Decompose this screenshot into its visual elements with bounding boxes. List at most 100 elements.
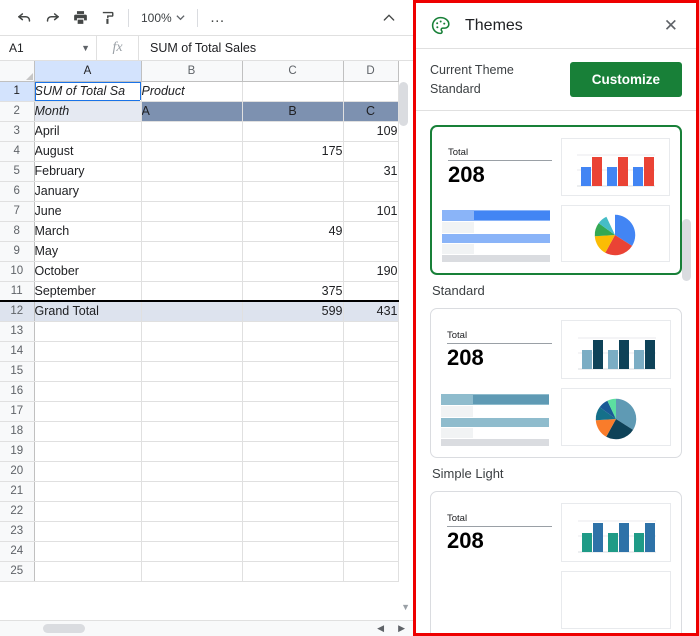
column-header-a[interactable]: A [34,61,142,82]
cell-empty[interactable] [34,541,142,562]
cell-value-b[interactable] [242,121,344,142]
cell-empty[interactable] [242,561,344,582]
row-header-9[interactable]: 9 [0,241,35,262]
cell-empty[interactable] [242,541,344,562]
cell-value-c[interactable]: 190 [343,261,399,282]
vertical-scrollbar[interactable] [399,82,408,620]
panel-vertical-scrollbar-thumb[interactable] [682,219,691,281]
cell-empty[interactable] [242,521,344,542]
scroll-right-arrow[interactable]: ▶ [398,623,405,634]
redo-icon[interactable] [38,5,66,31]
cell-c1[interactable] [242,81,344,102]
column-header-c[interactable]: C [242,61,344,82]
cell-value-b[interactable] [242,161,344,182]
panel-vertical-scrollbar[interactable] [682,219,691,469]
row-header-11[interactable]: 11 [0,281,35,302]
scroll-left-arrow[interactable]: ◀ [377,623,384,634]
cell-empty[interactable] [141,341,243,362]
name-box[interactable]: A1 ▼ [0,36,97,60]
cell-empty[interactable] [242,501,344,522]
cell-value-b[interactable]: 375 [242,281,344,302]
cell-value-b[interactable]: 175 [242,141,344,162]
paint-format-icon[interactable] [94,5,122,31]
cell-empty[interactable] [343,421,399,442]
cell-value-b[interactable] [242,261,344,282]
cell-value-b[interactable] [242,241,344,262]
cell-empty[interactable] [141,501,243,522]
selection-handle[interactable] [139,99,140,100]
row-header-25[interactable]: 25 [0,561,35,582]
themes-list[interactable]: Total 208 Standard Total 208 Simple Light Tota… [416,111,696,633]
cell-empty[interactable] [343,501,399,522]
cell-empty[interactable] [242,341,344,362]
row-header-21[interactable]: 21 [0,481,35,502]
column-header-b[interactable]: B [141,61,243,82]
print-icon[interactable] [66,5,94,31]
theme-preview-card[interactable]: Total 208 [430,491,682,633]
row-header-12[interactable]: 12 [0,300,35,322]
more-options-icon[interactable]: … [204,9,232,26]
cell-empty[interactable] [343,541,399,562]
cell-value-b[interactable] [242,181,344,202]
row-header-19[interactable]: 19 [0,441,35,462]
cell-value-a[interactable] [141,161,243,182]
cell-empty[interactable] [34,481,142,502]
cell-empty[interactable] [34,381,142,402]
collapse-menus-icon[interactable] [381,10,403,26]
cell-month[interactable]: August [34,141,142,162]
theme-preview-card[interactable]: Total 208 [430,308,682,458]
close-icon[interactable]: ✕ [658,12,684,40]
cell-value-c[interactable] [343,241,399,262]
cell-empty[interactable] [34,441,142,462]
row-header-14[interactable]: 14 [0,341,35,362]
horizontal-scrollbar-track[interactable] [43,624,353,633]
cell-value-b[interactable] [242,201,344,222]
cell-grand-total-c[interactable]: 599 [242,300,344,322]
cell-empty[interactable] [343,341,399,362]
column-header-d[interactable]: D [343,61,399,82]
cell-empty[interactable] [141,541,243,562]
cell-month[interactable]: April [34,121,142,142]
cell-empty[interactable] [34,421,142,442]
cell-empty[interactable] [242,441,344,462]
horizontal-scrollbar-thumb[interactable] [43,624,85,633]
cell-empty[interactable] [242,461,344,482]
cell-a1[interactable]: SUM of Total Sa [34,81,142,102]
cell-value-c[interactable]: 101 [343,201,399,222]
cell-value-c[interactable]: 109 [343,121,399,142]
cell-empty[interactable] [343,441,399,462]
row-header-16[interactable]: 16 [0,381,35,402]
cell-month[interactable]: March [34,221,142,242]
select-all-corner[interactable] [0,61,35,82]
row-header-8[interactable]: 8 [0,221,35,242]
cell-empty[interactable] [343,321,399,342]
cell-empty[interactable] [141,461,243,482]
cell-value-a[interactable] [141,181,243,202]
row-header-18[interactable]: 18 [0,421,35,442]
cell-empty[interactable] [34,461,142,482]
cell-empty[interactable] [343,561,399,582]
cell-d2[interactable]: C [343,101,399,122]
row-header-22[interactable]: 22 [0,501,35,522]
customize-button[interactable]: Customize [569,62,682,97]
formula-input[interactable]: SUM of Total Sales [139,41,256,55]
cell-value-c[interactable]: 31 [343,161,399,182]
row-header-15[interactable]: 15 [0,361,35,382]
row-header-6[interactable]: 6 [0,181,35,202]
cell-empty[interactable] [343,481,399,502]
cell-empty[interactable] [242,421,344,442]
cell-empty[interactable] [343,361,399,382]
cell-value-c[interactable] [343,221,399,242]
cell-a2[interactable]: Month [34,101,142,122]
cell-month[interactable]: May [34,241,142,262]
row-header-4[interactable]: 4 [0,141,35,162]
cell-empty[interactable] [242,401,344,422]
cell-empty[interactable] [141,361,243,382]
cell-empty[interactable] [34,521,142,542]
undo-icon[interactable] [10,5,38,31]
vertical-scrollbar-thumb[interactable] [399,82,408,126]
theme-preview-card[interactable]: Total 208 [430,125,682,275]
cell-value-a[interactable] [141,281,243,302]
cell-month[interactable]: June [34,201,142,222]
cell-value-a[interactable] [141,141,243,162]
